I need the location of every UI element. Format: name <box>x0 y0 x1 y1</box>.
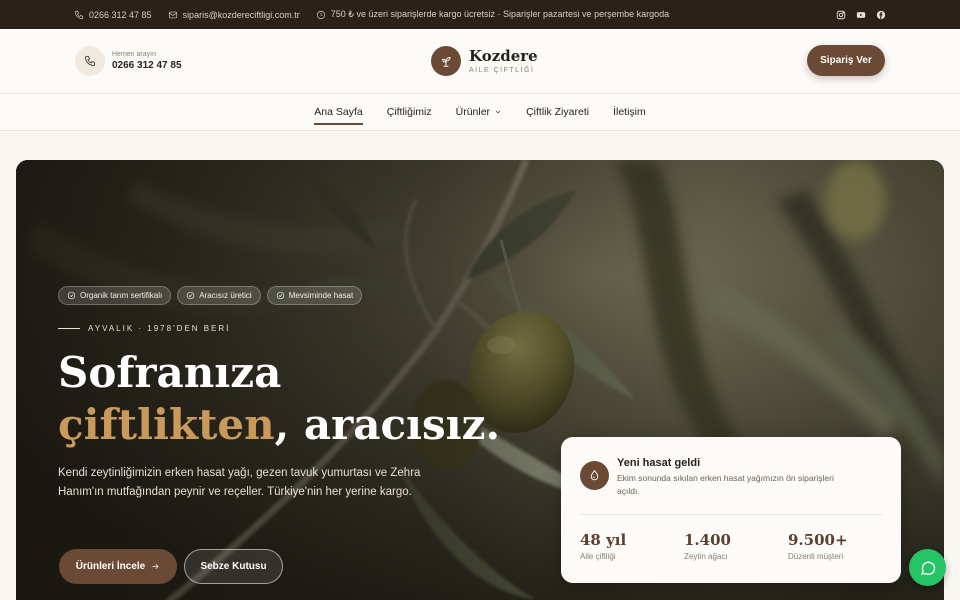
site-header: Hemen arayın 0266 312 47 85 Kozdere AİLE… <box>0 29 960 94</box>
social-links <box>836 0 886 29</box>
nav-item-label: Ana Sayfa <box>314 106 363 118</box>
brand-subtitle: AİLE ÇİFTLİĞİ <box>469 66 535 74</box>
facebook-icon[interactable] <box>876 10 886 20</box>
olive-drop-icon <box>580 461 609 490</box>
hero-lead: Kendi zeytinliğimizin erken hasat yağı, … <box>58 467 421 498</box>
order-button[interactable]: Sipariş Ver <box>807 45 885 76</box>
check-circle-icon <box>276 291 284 300</box>
topbar-notice: 750 ₺ ve üzeri siparişlerde kargo ücrets… <box>316 9 669 20</box>
nav-item-label: Ürünler <box>455 106 491 118</box>
hero-title: Sofranıza çiftlikten, aracısız. <box>58 347 500 451</box>
nav-item-contact[interactable]: İletişim <box>613 94 646 131</box>
nav-item-farm[interactable]: Çiftliğimiz <box>387 94 432 131</box>
stat-customers: 9.500+ Düzenli müşteri <box>788 531 848 561</box>
instagram-icon[interactable] <box>836 10 846 20</box>
harvest-card: Yeni hasat geldi Ekim sonunda sıkılan er… <box>561 437 901 583</box>
phone-icon <box>85 56 95 66</box>
arrow-right-icon <box>152 564 159 569</box>
stat-label: Aile çiftliği <box>580 552 616 561</box>
hero-title-line1: Sofranıza <box>58 348 282 397</box>
call-number: 0266 312 47 85 <box>112 60 182 71</box>
stat-value: 9.500+ <box>788 531 848 549</box>
sprout-icon <box>431 46 461 76</box>
chat-bubble-icon <box>920 561 935 575</box>
topbar-phone[interactable]: 0266 312 47 85 <box>74 10 152 20</box>
call-label: Hemen arayın <box>112 51 156 58</box>
youtube-icon[interactable] <box>856 10 866 20</box>
badge-label: Organik tarım sertifikalı <box>80 291 163 300</box>
stat-label: Düzenli müşteri <box>788 552 844 561</box>
eyebrow-text: AYVALIK · 1978'DEN BERİ <box>88 324 231 333</box>
clock-icon <box>316 10 325 19</box>
badge-direct-producer: Aracısız üretici <box>177 286 261 305</box>
card-title: Yeni hasat geldi <box>617 457 701 469</box>
call-block[interactable]: Hemen arayın 0266 312 47 85 <box>75 46 182 76</box>
main-nav: Ana Sayfa Çiftliğimiz Ürünler Çiftlik Zi… <box>0 94 960 131</box>
whatsapp-chat-button[interactable] <box>909 549 946 586</box>
topbar-email[interactable]: siparis@kozdereciftligi.com.tr <box>168 10 300 20</box>
stat-value: 48 yıl <box>580 531 627 549</box>
stat-trees: 1.400 Zeytin ağacı <box>684 531 731 561</box>
topbar-phone-text: 0266 312 47 85 <box>89 9 152 20</box>
brand-logo[interactable]: Kozdere AİLE ÇİFTLİĞİ <box>431 46 538 76</box>
hero-section: Organik tarım sertifikalı Aracısız üreti… <box>16 160 944 600</box>
nav-item-label: İletişim <box>613 106 646 118</box>
badge-seasonal: Mevsiminde hasat <box>266 286 363 305</box>
chevron-down-icon <box>495 110 501 114</box>
nav-item-home[interactable]: Ana Sayfa <box>314 94 364 131</box>
eyebrow-line <box>58 328 80 329</box>
topbar-email-text: siparis@kozdereciftligi.com.tr <box>182 9 300 20</box>
topbar-notice-text: 750 ₺ ve üzeri siparişlerde kargo ücrets… <box>330 9 670 19</box>
badge-label: Aracısız üretici <box>199 291 252 300</box>
hero-title-rest: , aracısız. <box>274 400 501 449</box>
nav-item-products[interactable]: Ürünler <box>456 94 502 131</box>
badge-list: Organik tarım sertifikalı Aracısız üreti… <box>58 286 363 305</box>
nav-item-label: Çiftliğimiz <box>386 106 432 118</box>
browse-products-label: Ürünleri İncele <box>75 561 146 572</box>
hero-title-highlight: çiftlikten <box>58 400 275 449</box>
stat-label: Zeytin ağacı <box>684 552 728 561</box>
badge-organic: Organik tarım sertifikalı <box>58 286 172 305</box>
mail-icon <box>168 11 177 18</box>
stat-value: 1.400 <box>684 531 731 549</box>
call-icon-circle <box>75 46 105 76</box>
badge-label: Mevsiminde hasat <box>288 291 354 300</box>
stat-years: 48 yıl Aile çiftliği <box>580 531 626 561</box>
nav-item-label: Çiftlik Ziyareti <box>526 106 590 118</box>
vegetable-box-button[interactable]: Sebze Kutusu <box>184 549 283 584</box>
nav-item-farm-visit[interactable]: Çiftlik Ziyareti <box>526 94 589 131</box>
check-circle-icon <box>67 291 76 300</box>
check-circle-icon <box>187 291 195 300</box>
card-divider <box>580 514 882 515</box>
top-bar: 0266 312 47 85 siparis@kozdereciftligi.c… <box>0 0 960 29</box>
brand-name: Kozdere <box>469 46 538 65</box>
card-text: Ekim sonunda sıkılan erken hasat yağımız… <box>617 473 834 496</box>
hero-eyebrow: AYVALIK · 1978'DEN BERİ <box>58 324 230 333</box>
browse-products-button[interactable]: Ürünleri İncele <box>59 549 177 584</box>
phone-icon <box>74 10 84 19</box>
